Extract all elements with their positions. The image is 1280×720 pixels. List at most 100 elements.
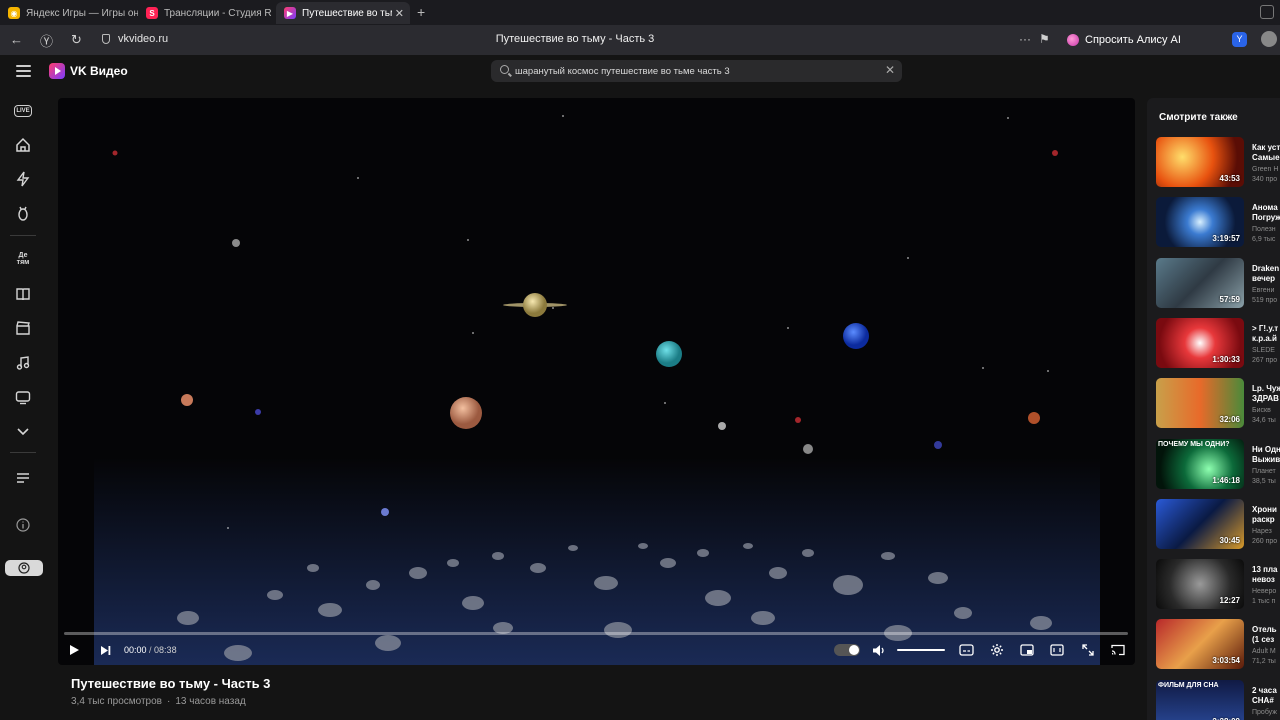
clear-search-icon[interactable]: ✕ xyxy=(885,63,895,77)
rail-item-account[interactable] xyxy=(5,560,43,576)
recommendation-title[interactable]: Lp. Чуж ЗДРАВ xyxy=(1252,384,1280,404)
video-player[interactable]: 00:00 / 08:38 xyxy=(58,98,1135,665)
rail-item-info[interactable] xyxy=(14,516,32,534)
search-input[interactable] xyxy=(515,63,865,79)
recommendation-card[interactable]: 1:30:33 > Г!.у.т к.р.а.й SLEDE 267 про xyxy=(1156,317,1280,370)
rail-item-playlists[interactable] xyxy=(14,469,32,487)
vk-video-logo-icon[interactable] xyxy=(49,63,65,79)
rail-item-subscriptions[interactable] xyxy=(14,205,32,223)
recommendation-card[interactable]: 12:27 13 пла невоз Неверо 1 тыс п xyxy=(1156,559,1280,611)
video-thumbnail[interactable]: 43:53 xyxy=(1156,137,1244,187)
more-dots-icon[interactable]: ··· xyxy=(1019,32,1031,46)
video-meta: 3,4 тыс просмотров · 13 часов назад xyxy=(71,696,246,707)
rail-item-kids[interactable]: Де тям xyxy=(14,250,32,268)
recommendation-card[interactable]: 32:06 Lp. Чуж ЗДРАВ Бискв 34,6 ты xyxy=(1156,378,1280,430)
recommendation-card[interactable]: 3:19:57 Анома Погруж Полезн 6,9 тыс xyxy=(1156,197,1280,249)
rail-item-home[interactable] xyxy=(14,136,32,154)
recommendation-card[interactable]: ФИЛЬМ ДЛЯ СНА2:28:09 2 часаСНА# Пробуж xyxy=(1156,679,1280,720)
video-thumbnail[interactable]: 32:06 xyxy=(1156,378,1244,429)
extension-y-icon[interactable]: Y xyxy=(1232,32,1247,47)
profile-avatar-icon[interactable] xyxy=(1261,31,1277,47)
live-icon: LIVE xyxy=(14,105,32,117)
recommendation-title[interactable]: Draken вечер xyxy=(1252,264,1280,284)
recommendation-card[interactable]: 43:53 Как уст Самые Green H 340 про xyxy=(1156,137,1280,189)
rail-item-catalog[interactable] xyxy=(14,285,32,303)
video-thumbnail[interactable]: 1:30:33 xyxy=(1156,317,1244,368)
bookmark-icon[interactable]: ⚑ xyxy=(1039,32,1050,46)
duration-badge: 12:27 xyxy=(1219,596,1240,606)
menu-burger-icon[interactable] xyxy=(16,65,31,80)
duration-badge: 30:45 xyxy=(1219,535,1240,545)
recommendation-title[interactable]: Отель (1 сез xyxy=(1252,625,1280,645)
next-button[interactable] xyxy=(98,642,112,658)
recommendation-title[interactable]: Ни Одн Выжив xyxy=(1252,445,1280,465)
video-thumbnail[interactable]: 57:59 xyxy=(1156,257,1244,308)
video-thumbnail[interactable]: 12:27 xyxy=(1156,559,1244,610)
browser-tab-yandex-games[interactable]: ◉ Яндекс Игры — Игры онлайн xyxy=(0,2,138,24)
recommendation-card[interactable]: ПОЧЕМУ МЫ ОДНИ? 1:46:18 Ни Одн Выжив Планет 3… xyxy=(1156,438,1280,491)
search-box[interactable]: ✕ xyxy=(491,60,902,82)
subtitles-button[interactable] xyxy=(958,642,974,658)
rail-item-live[interactable]: LIVE xyxy=(14,102,32,120)
miniplayer-button[interactable] xyxy=(1019,642,1035,658)
play-button[interactable] xyxy=(67,642,81,658)
close-icon[interactable]: ✕ xyxy=(395,7,404,20)
window-menu-icon[interactable] xyxy=(1260,5,1274,19)
player-controls: 00:00 / 08:38 xyxy=(58,638,1135,662)
video-thumbnail[interactable]: 3:19:57 xyxy=(1156,197,1244,248)
duration-badge: 32:06 xyxy=(1219,415,1240,425)
recommendation-title[interactable]: > Г!.у.т к.р.а.й xyxy=(1252,324,1280,344)
plus-icon[interactable]: + xyxy=(417,4,425,20)
volume-slider[interactable] xyxy=(897,649,945,651)
rail-item-shorts[interactable] xyxy=(14,170,32,188)
recommendation-title[interactable]: Анома Погруж xyxy=(1252,203,1280,223)
channel-name: Планет xyxy=(1252,467,1276,475)
video-thumbnail[interactable]: ПОЧЕМУ МЫ ОДНИ? 1:46:18 xyxy=(1156,438,1244,489)
title-line: Выжив xyxy=(1252,454,1280,464)
view-count: 34,6 ты xyxy=(1252,417,1276,425)
info-icon xyxy=(16,518,30,532)
rail-item-tv[interactable] xyxy=(14,388,32,406)
view-count: 38,5 ты xyxy=(1252,477,1276,485)
recommendation-title[interactable]: Хрони раскр xyxy=(1252,505,1280,525)
recommendation-card[interactable]: 57:59 Draken вечер Евгени 519 про xyxy=(1156,257,1280,310)
recommendation-title[interactable]: 2 часа СНА# xyxy=(1252,686,1280,706)
cast-button[interactable] xyxy=(1110,642,1126,658)
alice-icon xyxy=(1067,33,1079,46)
browser-tab-rutube[interactable]: S Трансляции - Студия RUTUBE xyxy=(138,2,272,24)
settings-button[interactable] xyxy=(989,642,1005,658)
rail-item-movies[interactable] xyxy=(14,319,32,337)
recommendation-title[interactable]: Как уст Самые xyxy=(1252,143,1280,163)
recommendation-card[interactable]: 3:03:54 Отель (1 сез Adult M 71,2 ты xyxy=(1156,619,1280,671)
subtitles-icon xyxy=(958,644,974,656)
user-circle-icon xyxy=(18,562,30,574)
video-thumbnail[interactable]: 3:03:54 xyxy=(1156,619,1244,670)
tab-label: Путешествие во тьму - Часть 3 xyxy=(302,7,392,19)
brand-title[interactable]: VK Видео xyxy=(70,64,128,78)
channel-name: Green H xyxy=(1252,166,1279,173)
ask-alice-button[interactable]: Спросить Алису AI xyxy=(1063,29,1189,50)
recommendation-meta: Планет 38,5 ты xyxy=(1252,467,1280,487)
recommendation-meta: Нарез 260 про xyxy=(1252,527,1280,547)
view-count: 1 тыс п xyxy=(1252,598,1276,606)
timecode: 00:00 / 08:38 xyxy=(124,645,177,655)
browser-tab-vkvideo[interactable]: ▶ Путешествие во тьму - Часть 3 ✕ xyxy=(276,2,410,24)
autoplay-toggle[interactable] xyxy=(834,644,860,656)
title-line: раскр xyxy=(1252,514,1275,524)
progress-bar[interactable] xyxy=(64,632,1128,635)
rail-item-more[interactable] xyxy=(14,422,32,440)
video-thumbnail[interactable]: ФИЛЬМ ДЛЯ СНА2:28:09 xyxy=(1156,679,1244,720)
rail-divider xyxy=(10,452,36,453)
recommendation-card[interactable]: 30:45 Хрони раскр Нарез 260 про xyxy=(1156,498,1280,551)
rail-item-music[interactable] xyxy=(14,354,32,372)
recommendation-title[interactable]: 13 пла невоз xyxy=(1252,565,1280,585)
fullscreen-button[interactable] xyxy=(1080,642,1096,658)
video-thumbnail[interactable]: 30:45 xyxy=(1156,498,1244,549)
thumbnail-overlay-text: ПОЧЕМУ МЫ ОДНИ? xyxy=(1158,440,1230,448)
recommendations-heading: Смотрите также xyxy=(1159,112,1238,123)
wave-hand-icon xyxy=(18,206,28,221)
theater-mode-button[interactable] xyxy=(1049,642,1065,658)
view-count: 260 про xyxy=(1252,537,1278,545)
volume-button[interactable] xyxy=(871,642,887,658)
left-rail: LIVE Де тям xyxy=(0,88,46,720)
